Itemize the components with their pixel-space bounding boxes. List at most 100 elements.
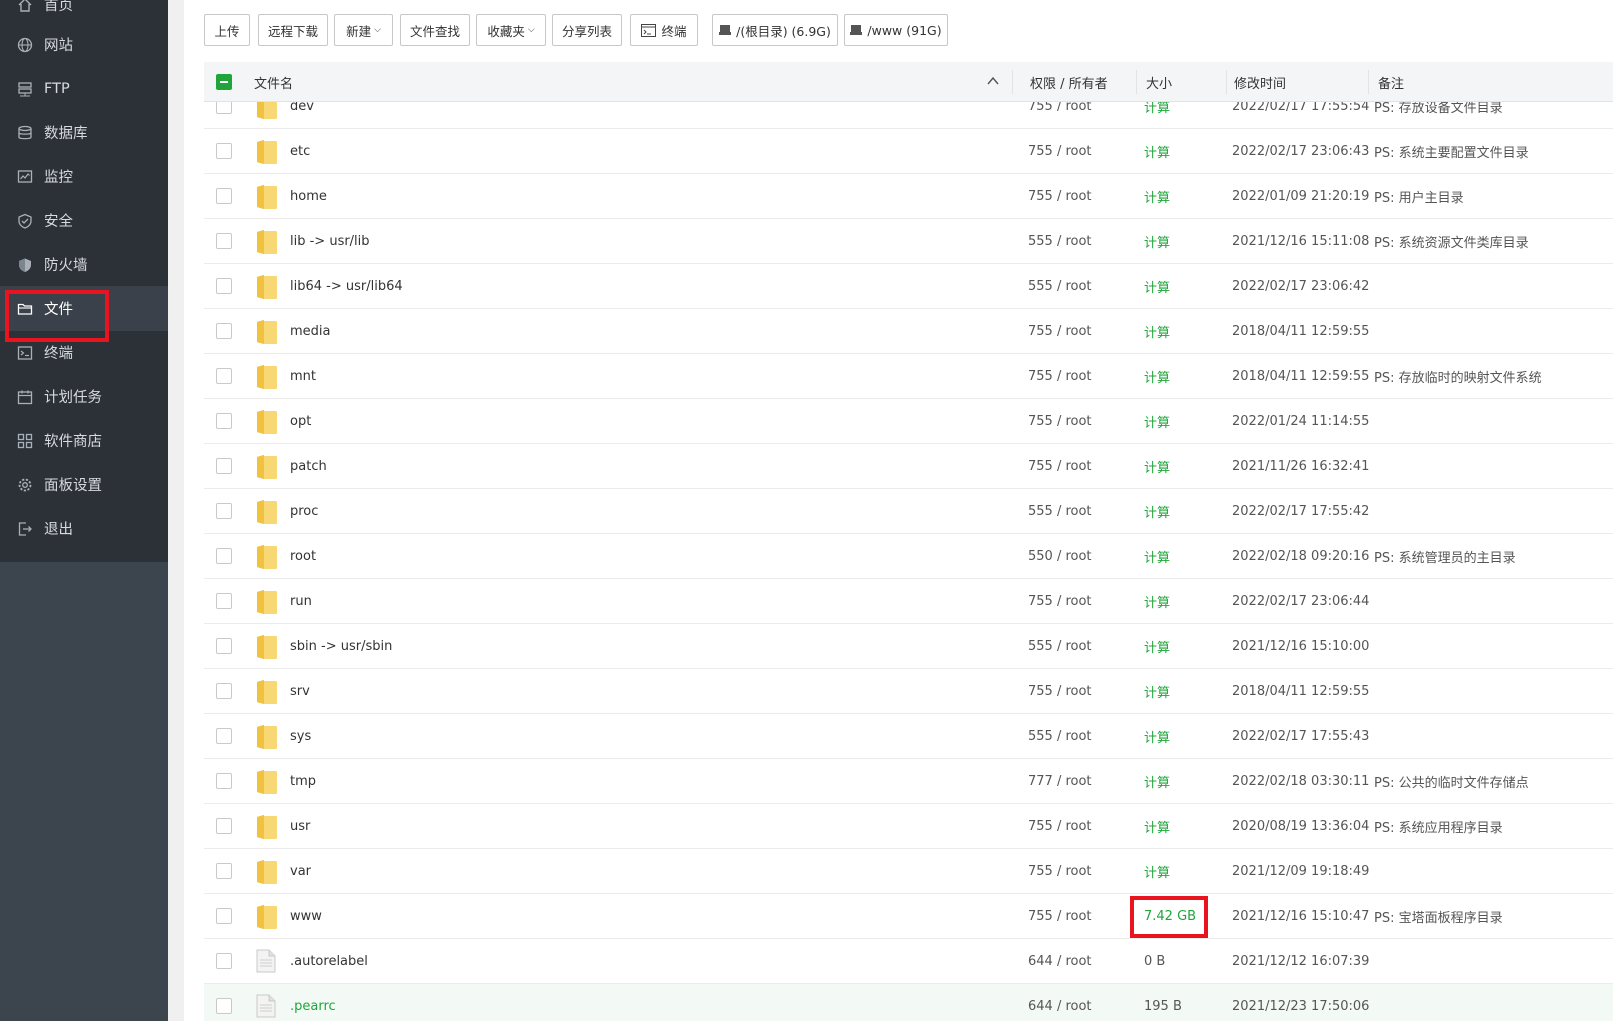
calculate-size-link[interactable]: 计算 [1144,264,1170,309]
calculate-size-link[interactable]: 计算 [1144,309,1170,354]
note-text[interactable]: PS: 用户主目录 [1374,174,1464,219]
table-row[interactable]: home 755 / root 计算 2022/01/09 21:20:19 PS: 用… [204,174,1613,219]
row-checkbox[interactable] [216,683,232,699]
note-text[interactable]: PS: 公共的临时文件存储点 [1374,759,1529,804]
permission-owner[interactable]: 555 / root [1028,714,1092,759]
file-name-link[interactable]: sbin -> usr/sbin [290,624,392,669]
row-checkbox[interactable] [216,233,232,249]
remote-download-button[interactable]: 远程下载 [258,14,328,46]
favorites-dropdown-button[interactable]: 收藏夹 ⌵ [476,14,546,46]
permission-owner[interactable]: 555 / root [1028,624,1092,669]
table-row[interactable]: mnt 755 / root 计算 2018/04/11 12:59:55 PS: 存放… [204,354,1613,399]
row-checkbox[interactable] [216,593,232,609]
table-row[interactable]: .pearrc 644 / root 195 B 2021/12/23 17:50:0… [204,984,1613,1021]
row-checkbox[interactable] [216,278,232,294]
table-row[interactable]: sbin -> usr/sbin 555 / root 计算 2021/12/16 1… [204,624,1613,669]
row-checkbox[interactable] [216,863,232,879]
note-text[interactable]: PS: 宝塔面板程序目录 [1374,894,1503,939]
calculate-size-link[interactable]: 计算 [1144,174,1170,219]
note-text[interactable]: PS: 系统资源文件类库目录 [1374,219,1529,264]
table-row[interactable]: media 755 / root 计算 2018/04/11 12:59:55 [204,309,1613,354]
calculate-size-link[interactable]: 计算 [1144,219,1170,264]
sidebar-item-shield-check[interactable]: 安全 [0,198,168,243]
table-row[interactable]: .autorelabel 644 / root 0 B 2021/12/12 16:0… [204,939,1613,984]
row-checkbox[interactable] [216,323,232,339]
calculate-size-link[interactable]: 计算 [1144,102,1170,129]
sidebar-item-firewall-shield[interactable]: 防火墙 [0,242,168,287]
column-header-size[interactable]: 大小 [1146,62,1172,102]
note-text[interactable]: PS: 系统主要配置文件目录 [1374,129,1529,174]
permission-owner[interactable]: 755 / root [1028,399,1092,444]
file-name-link[interactable]: mnt [290,354,316,399]
calculate-size-link[interactable]: 计算 [1144,849,1170,894]
file-name-link[interactable]: dev [290,102,314,129]
calculate-size-link[interactable]: 计算 [1144,444,1170,489]
row-checkbox[interactable] [216,953,232,969]
file-name-link[interactable]: media [290,309,331,354]
calculate-size-link[interactable]: 计算 [1144,354,1170,399]
file-name-link[interactable]: proc [290,489,318,534]
sidebar-item-globe[interactable]: 网站 [0,22,168,67]
table-row[interactable]: opt 755 / root 计算 2022/01/24 11:14:55 [204,399,1613,444]
file-name-link[interactable]: .autorelabel [290,939,368,984]
row-checkbox[interactable] [216,638,232,654]
permission-owner[interactable]: 755 / root [1028,849,1092,894]
permission-owner[interactable]: 755 / root [1028,129,1092,174]
row-checkbox[interactable] [216,728,232,744]
file-name-link[interactable]: usr [290,804,310,849]
note-text[interactable]: PS: 存放设备文件目录 [1374,102,1503,129]
sidebar-item-ftp[interactable]: FTP [0,66,168,111]
file-name-link[interactable]: lib64 -> usr/lib64 [290,264,403,309]
file-name-link[interactable]: srv [290,669,310,714]
file-name-link[interactable]: home [290,174,327,219]
permission-owner[interactable]: 755 / root [1028,579,1092,624]
table-row[interactable]: sys 555 / root 计算 2022/02/17 17:55:43 [204,714,1613,759]
row-checkbox[interactable] [216,503,232,519]
column-header-modified-time[interactable]: 修改时间 [1234,62,1286,102]
file-name-link[interactable]: root [290,534,316,579]
row-checkbox[interactable] [216,998,232,1014]
table-row[interactable]: run 755 / root 计算 2022/02/17 23:06:44 [204,579,1613,624]
file-name-link[interactable]: run [290,579,312,624]
share-list-button[interactable]: 分享列表 [552,14,622,46]
table-row[interactable]: tmp 777 / root 计算 2022/02/18 03:30:11 PS: 公共… [204,759,1613,804]
sort-chevron-up-icon[interactable] [986,74,1000,88]
calculate-size-link[interactable]: 计算 [1144,669,1170,714]
file-name-link[interactable]: .pearrc [290,984,336,1021]
row-checkbox[interactable] [216,548,232,564]
permission-owner[interactable]: 550 / root [1028,534,1092,579]
note-text[interactable]: PS: 系统应用程序目录 [1374,804,1503,849]
permission-owner[interactable]: 555 / root [1028,489,1092,534]
column-header-permission[interactable]: 权限 / 所有者 [1030,62,1108,102]
permission-owner[interactable]: 644 / root [1028,939,1092,984]
calculate-size-link[interactable]: 计算 [1144,534,1170,579]
calculate-size-link[interactable]: 计算 [1144,129,1170,174]
calculate-size-link[interactable]: 计算 [1144,624,1170,669]
table-row[interactable]: usr 755 / root 计算 2020/08/19 13:36:04 PS: 系统… [204,804,1613,849]
table-row[interactable]: root 550 / root 计算 2022/02/18 09:20:16 PS: 系… [204,534,1613,579]
new-dropdown-button[interactable]: 新建 ⌵ [334,14,393,46]
column-header-name[interactable]: 文件名 [254,62,293,102]
sidebar-item-logout[interactable]: 退出 [0,506,168,551]
permission-owner[interactable]: 755 / root [1028,804,1092,849]
table-row[interactable]: etc 755 / root 计算 2022/02/17 23:06:43 PS: 系统… [204,129,1613,174]
calculate-size-link[interactable]: 计算 [1144,579,1170,624]
row-checkbox[interactable] [216,143,232,159]
table-row[interactable]: var 755 / root 计算 2021/12/09 19:18:49 [204,849,1613,894]
www-disk-button[interactable]: /www (91G) [844,14,948,46]
permission-owner[interactable]: 777 / root [1028,759,1092,804]
calculate-size-link[interactable]: 计算 [1144,804,1170,849]
calculate-size-link[interactable]: 计算 [1144,399,1170,444]
file-search-button[interactable]: 文件查找 [400,14,470,46]
sidebar-item-terminal[interactable]: 终端 [0,330,168,375]
row-checkbox[interactable] [216,773,232,789]
sidebar-item-calendar[interactable]: 计划任务 [0,374,168,419]
permission-owner[interactable]: 755 / root [1028,309,1092,354]
column-header-note[interactable]: 备注 [1378,62,1404,102]
row-checkbox[interactable] [216,368,232,384]
sidebar-item-gear[interactable]: 面板设置 [0,462,168,507]
root-disk-button[interactable]: /(根目录) (6.9G) [712,14,838,46]
terminal-button[interactable]: 终端 [630,14,698,46]
row-checkbox[interactable] [216,188,232,204]
note-text[interactable]: PS: 存放临时的映射文件系统 [1374,354,1542,399]
